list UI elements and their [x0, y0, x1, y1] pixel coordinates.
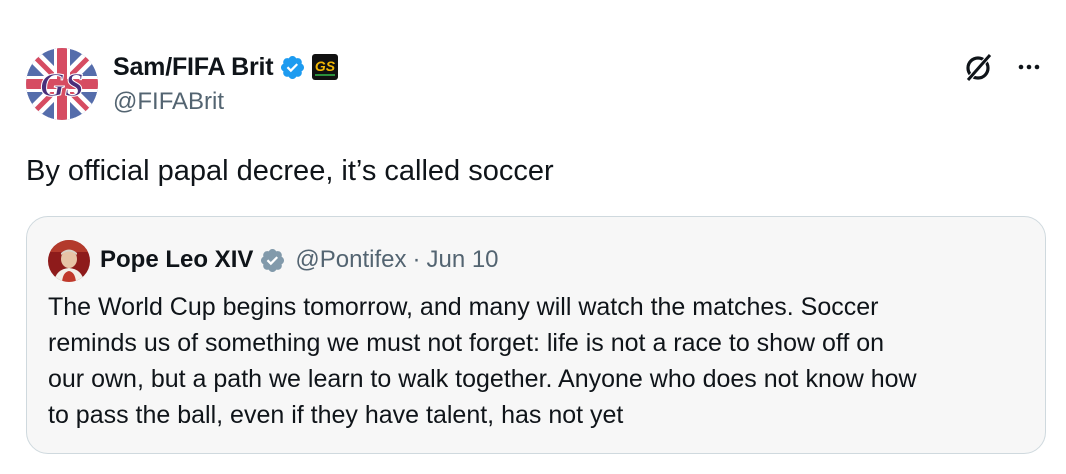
author-avatar[interactable]: GS: [26, 48, 98, 120]
quoted-tweet-card[interactable]: Pope Leo XIV @Pontifex · Jun 10 The Worl…: [26, 216, 1046, 454]
quoted-text-line: to pass the ball, even if they have tale…: [48, 401, 624, 429]
tweet-top-actions: [962, 50, 1044, 84]
quoted-avatar-image: [48, 240, 90, 282]
quoted-display-name[interactable]: Pope Leo XIV: [100, 246, 253, 274]
gaming-affiliate-badge-icon[interactable]: GS: [312, 54, 339, 80]
svg-text:GS: GS: [40, 67, 83, 104]
gray-verified-badge-icon[interactable]: [259, 247, 286, 274]
quoted-text-line: reminds us of something we must not forg…: [48, 329, 885, 357]
quoted-text-line: our own, but a path we learn to walk tog…: [48, 365, 917, 393]
quoted-handle[interactable]: @Pontifex: [295, 246, 406, 274]
avatar-image: GS: [26, 48, 98, 120]
more-dots-icon[interactable]: [1014, 52, 1044, 82]
quoted-text-line: The World Cup begins tomorrow, and many …: [48, 293, 879, 321]
author-handle[interactable]: @FIFABrit: [113, 88, 224, 116]
quoted-separator: ·: [412, 246, 421, 273]
author-display-name[interactable]: Sam/FIFA Brit: [113, 53, 274, 82]
tweet-text: By official papal decree, it’s called so…: [26, 155, 554, 187]
quoted-author-avatar[interactable]: [48, 240, 90, 282]
verified-badge-icon[interactable]: [279, 54, 306, 81]
svg-text:GS: GS: [315, 58, 336, 74]
quoted-header: Pope Leo XIV @Pontifex · Jun 10: [100, 245, 499, 275]
quoted-date[interactable]: Jun 10: [426, 246, 498, 274]
tweet-card: GS Sam/FIFA Brit GS @FIFABrit By officia…: [0, 0, 1066, 474]
author-name-row: Sam/FIFA Brit GS: [113, 52, 339, 82]
quoted-text: The World Cup begins tomorrow, and many …: [48, 289, 1033, 433]
grok-icon[interactable]: [962, 50, 996, 84]
